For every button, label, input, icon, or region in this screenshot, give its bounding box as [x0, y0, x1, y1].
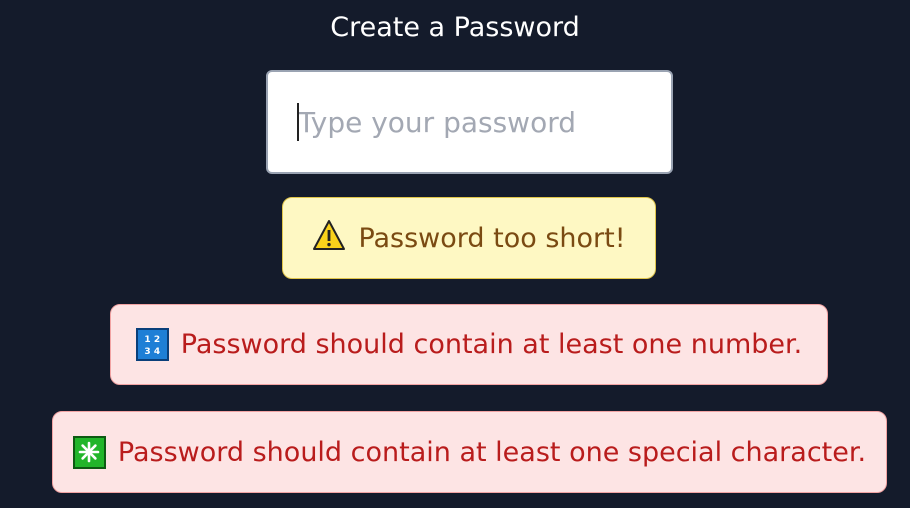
password-too-short-warning: Password too short! [282, 197, 656, 279]
password-field-container [266, 70, 673, 174]
number-error-text: Password should contain at least one num… [180, 329, 803, 360]
digit-2: 2 [153, 335, 161, 345]
password-input[interactable] [268, 72, 671, 172]
password-form: Create a Password Password too short! 1 … [0, 0, 910, 508]
digit-3: 3 [144, 347, 151, 357]
warning-message-text: Password too short! [358, 222, 626, 254]
digit-1: 1 [144, 335, 151, 345]
input-numbers-icon: 1 2 3 4 [135, 328, 169, 361]
missing-number-error: 1 2 3 4 Password should contain at least… [110, 304, 828, 385]
digit-4: 4 [153, 347, 161, 357]
eight-spoked-asterisk-icon [72, 435, 106, 469]
form-title: Create a Password [330, 12, 580, 43]
missing-special-character-error: Password should contain at least one spe… [52, 411, 887, 493]
warning-icon [312, 219, 346, 258]
text-caret [297, 103, 299, 141]
special-character-error-text: Password should contain at least one spe… [117, 436, 867, 468]
